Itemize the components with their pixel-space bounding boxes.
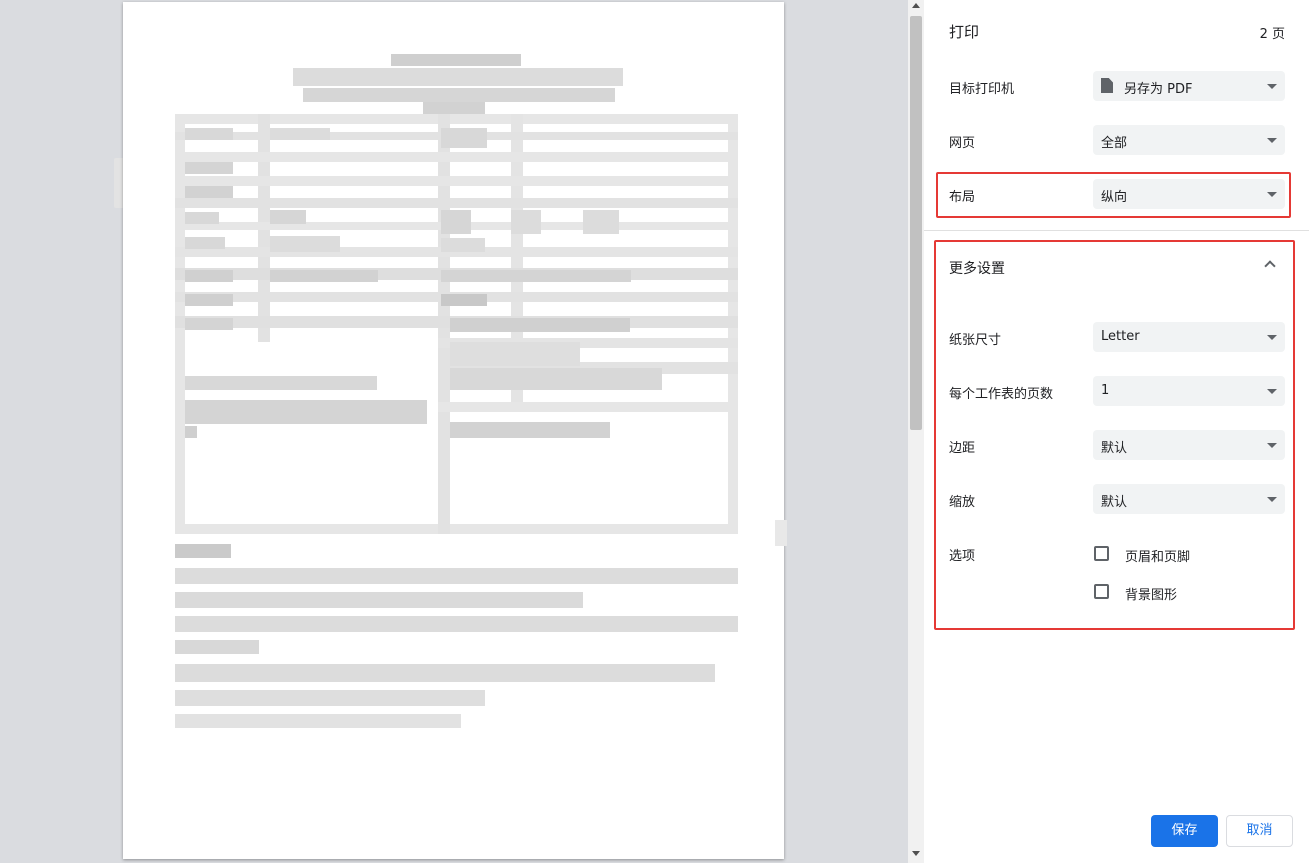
blurred-block [185,376,377,390]
options-label: 选项 [949,549,976,564]
pages-label: 网页 [949,136,976,151]
dropdown-arrow-icon [1267,335,1277,340]
blurred-text-line [175,640,259,654]
blurred-block [450,422,610,438]
blurred-block [175,152,738,162]
destination-label: 目标打印机 [949,82,1015,97]
print-title: 打印 [949,23,980,41]
scale-value: 默认 [1101,495,1128,510]
blurred-block [185,426,197,438]
headers-footers-checkbox[interactable] [1094,546,1109,561]
blurred-text-line [175,690,485,706]
blurred-block [450,342,580,366]
more-settings-toggle[interactable]: 更多设置 [949,258,1005,278]
scale-label: 缩放 [949,495,976,510]
blurred-text-line [175,714,461,728]
blurred-block [270,210,306,224]
blurred-block [303,88,615,102]
background-graphics-checkbox[interactable] [1094,584,1109,599]
pages-select[interactable]: 全部 [1093,125,1285,155]
preview-page [123,2,784,859]
blurred-block [185,400,427,424]
blurred-block [185,186,233,198]
layout-select[interactable]: 纵向 [1093,179,1285,209]
dropdown-arrow-icon [1267,497,1277,502]
document-icon [1101,78,1113,93]
margins-value: 默认 [1101,441,1128,456]
blurred-block [441,210,471,234]
blurred-block [583,210,619,234]
pages-value: 全部 [1101,136,1128,151]
blurred-block [185,318,233,330]
save-button[interactable]: 保存 [1151,815,1218,847]
preview-edge-handle [775,520,787,546]
cancel-button[interactable]: 取消 [1226,815,1293,847]
blurred-block [441,294,487,306]
margins-label: 边距 [949,441,976,456]
scroll-down-arrow-icon[interactable] [912,851,920,856]
blurred-text-line [175,664,715,682]
blurred-block [175,544,231,558]
layout-label: 布局 [949,190,976,205]
pages-per-sheet-select[interactable]: 1 [1093,376,1285,406]
blurred-block [185,128,233,140]
print-settings-sidebar: 打印 2 页 目标打印机 另存为 PDF 网页 全部 布局 纵向 更多设置 纸张… [924,0,1309,863]
headers-footers-label[interactable]: 页眉和页脚 [1125,546,1190,565]
blurred-block [270,128,330,140]
page-count: 2 页 [1259,27,1285,42]
dropdown-arrow-icon [1267,192,1277,197]
scale-select[interactable]: 默认 [1093,484,1285,514]
blurred-text-line [175,616,738,632]
blurred-block [175,176,738,186]
dropdown-arrow-icon [1267,389,1277,394]
blurred-block [441,238,485,252]
blurred-block [293,68,623,86]
blurred-block [391,54,521,66]
blurred-block [450,368,662,390]
blurred-block [270,270,378,282]
blurred-block [450,318,630,332]
preview-scrollbar[interactable] [908,0,924,863]
destination-select[interactable]: 另存为 PDF [1093,71,1285,101]
blurred-block [185,212,219,224]
paper-size-value: Letter [1101,329,1140,344]
blurred-text-line [175,592,583,608]
divider [924,230,1309,231]
blurred-block [185,270,233,282]
paper-size-label: 纸张尺寸 [949,333,1002,348]
blurred-block [175,198,738,208]
scroll-thumb[interactable] [910,16,922,430]
dropdown-arrow-icon [1267,443,1277,448]
destination-value: 另存为 PDF [1124,82,1193,97]
paper-size-select[interactable]: Letter [1093,322,1285,352]
blurred-block [185,162,233,174]
blurred-block [511,210,541,234]
blurred-text-line [175,568,738,584]
scroll-up-arrow-icon[interactable] [912,3,920,8]
blurred-block [438,402,738,412]
pages-per-sheet-value: 1 [1101,383,1110,398]
blurred-block [270,236,340,252]
background-graphics-label[interactable]: 背景图形 [1125,584,1177,603]
blurred-block [441,128,487,148]
pages-per-sheet-label: 每个工作表的页数 [949,387,1054,402]
dropdown-arrow-icon [1267,84,1277,89]
layout-value: 纵向 [1101,190,1128,205]
blurred-block [185,294,233,306]
margins-select[interactable]: 默认 [1093,430,1285,460]
blurred-block [185,237,225,249]
dropdown-arrow-icon [1267,138,1277,143]
blurred-block [441,270,631,282]
print-preview-area [0,0,908,863]
